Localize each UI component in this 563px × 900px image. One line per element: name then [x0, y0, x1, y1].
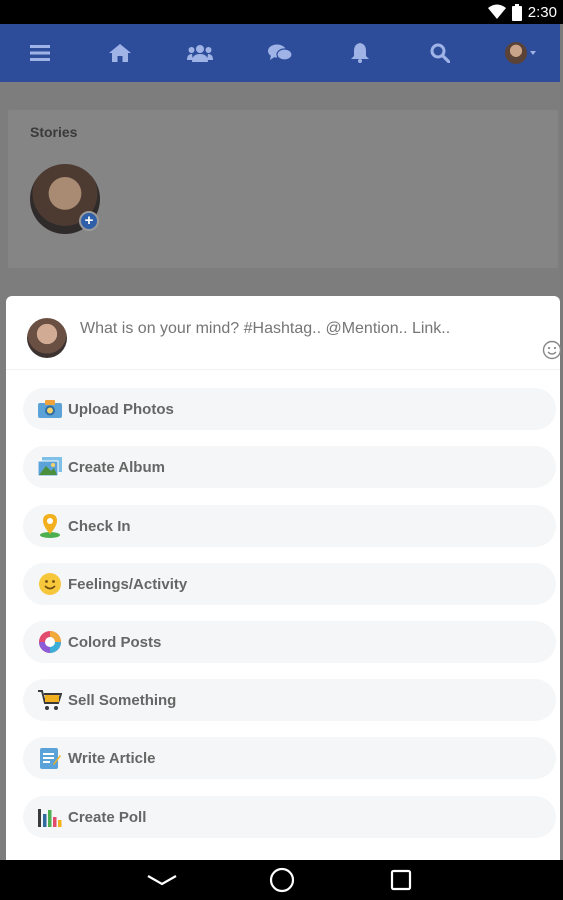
notifications-icon — [351, 43, 369, 63]
feelings-activity-button[interactable]: Feelings/Activity — [23, 563, 556, 605]
option-label: Colord Posts — [68, 633, 162, 651]
battery-icon — [511, 3, 522, 21]
profile-menu-button[interactable] — [480, 24, 560, 82]
option-label: Write Article — [68, 749, 156, 767]
option-label: Create Album — [68, 458, 165, 476]
recents-button[interactable] — [386, 866, 416, 894]
sell-something-button[interactable]: Sell Something — [23, 679, 556, 721]
messages-icon — [268, 44, 292, 61]
create-post-sheet: Upload Photos Create Album Check In Feel… — [6, 296, 562, 860]
post-text-input[interactable] — [80, 320, 520, 338]
option-label: Create Poll — [68, 808, 147, 826]
messages-button[interactable] — [240, 24, 320, 82]
smiley-icon — [37, 571, 63, 597]
create-album-button[interactable]: Create Album — [23, 446, 556, 488]
camera-icon — [37, 396, 63, 422]
back-icon — [147, 875, 177, 886]
home-circle-icon — [269, 867, 295, 893]
menu-icon — [30, 45, 50, 61]
poll-chart-icon — [37, 804, 63, 830]
wifi-icon — [487, 4, 506, 19]
profile-avatar — [504, 42, 527, 64]
colored-posts-button[interactable]: Colord Posts — [23, 621, 556, 663]
recents-icon — [390, 869, 412, 891]
friends-icon — [187, 45, 213, 62]
home-button[interactable] — [80, 24, 160, 82]
create-poll-button[interactable]: Create Poll — [23, 796, 556, 838]
app-navigation-bar — [0, 24, 560, 82]
upload-photos-button[interactable]: Upload Photos — [23, 388, 556, 430]
search-icon — [430, 43, 450, 63]
color-wheel-icon — [37, 629, 63, 655]
status-time: 2:30 — [527, 3, 557, 21]
option-label: Check In — [68, 517, 131, 535]
menu-button[interactable] — [0, 24, 80, 82]
option-label: Feelings/Activity — [68, 575, 188, 593]
check-in-button[interactable]: Check In — [23, 505, 556, 547]
stories-title: Stories — [30, 124, 78, 140]
search-button[interactable] — [400, 24, 480, 82]
emoji-icon[interactable] — [542, 340, 562, 360]
shopping-cart-icon — [37, 687, 63, 713]
add-story-icon[interactable]: + — [79, 211, 99, 231]
stories-card: Stories + — [8, 110, 558, 268]
chevron-down-icon — [529, 51, 536, 55]
home-icon — [109, 44, 131, 62]
status-icons: 2:30 — [487, 3, 557, 21]
profile-menu — [504, 42, 536, 64]
album-icon — [37, 454, 63, 480]
notifications-button[interactable] — [320, 24, 400, 82]
option-label: Sell Something — [68, 691, 177, 709]
write-article-button[interactable]: Write Article — [23, 737, 556, 779]
article-icon — [37, 745, 63, 771]
friends-button[interactable] — [160, 24, 240, 82]
system-navigation-bar — [0, 860, 563, 900]
back-button[interactable] — [147, 866, 177, 894]
option-label: Upload Photos — [68, 400, 174, 418]
post-composer — [6, 296, 562, 370]
composer-avatar — [27, 318, 67, 358]
status-bar: 2:30 — [0, 0, 563, 24]
location-pin-icon — [37, 513, 63, 539]
home-nav-button[interactable] — [267, 866, 297, 894]
